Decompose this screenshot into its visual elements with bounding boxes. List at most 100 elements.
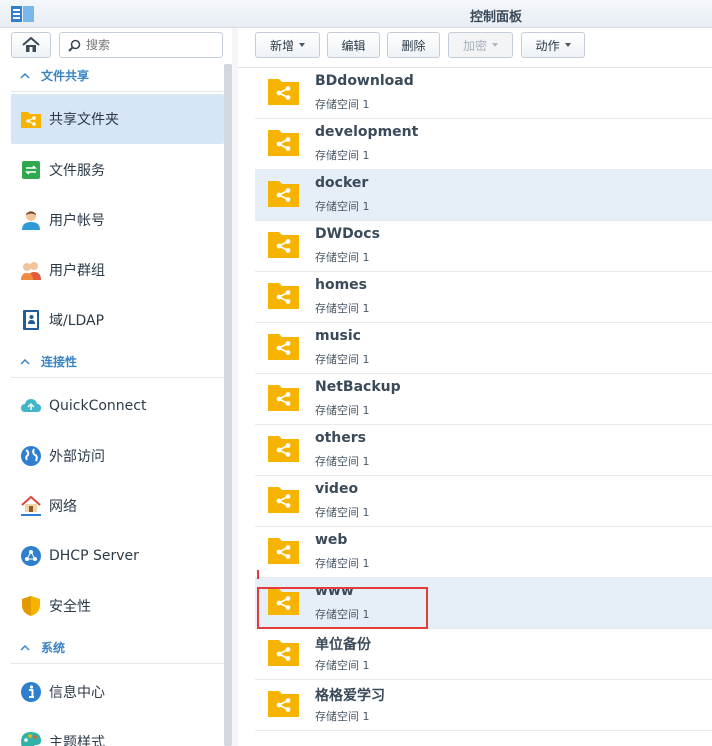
folder-name: BDdownload <box>315 73 414 89</box>
folder-row[interactable]: docker 存储空间 1 <box>255 170 712 221</box>
folder-volume: 存储空间 1 <box>315 455 370 468</box>
sidebar-item-label: 域/LDAP <box>49 313 105 329</box>
section-file-sharing[interactable]: 文件共享 <box>11 60 224 92</box>
sidebar-item-security[interactable]: 安全性 <box>11 581 224 631</box>
folder-name: 单位备份 <box>315 637 371 653</box>
palette-icon <box>21 732 41 746</box>
sidebar-item-label: 网络 <box>49 499 77 515</box>
shared-folder-icon <box>268 538 299 564</box>
folder-row[interactable]: music 存储空间 1 <box>255 323 712 374</box>
delete-button-label: 删除 <box>401 38 426 53</box>
folder-volume: 存储空间 1 <box>315 251 370 264</box>
sidebar-item-file-services[interactable]: 文件服务 <box>11 145 224 195</box>
sidebar-item-label: DHCP Server <box>49 548 139 564</box>
chevron-down-icon <box>299 43 305 47</box>
folder-volume: 存储空间 1 <box>315 149 370 162</box>
search-input[interactable] <box>86 38 206 52</box>
shared-folder-icon <box>268 487 299 513</box>
section-label: 文件共享 <box>41 69 90 83</box>
folder-row[interactable]: 单位备份存储空间 1 <box>255 629 712 680</box>
sidebar-item-label: 主题样式 <box>49 735 105 746</box>
search-icon <box>68 39 81 52</box>
folder-name: web <box>315 532 348 548</box>
folder-row[interactable]: homes 存储空间 1 <box>255 272 712 323</box>
folder-name: NetBackup <box>315 379 401 395</box>
sidebar-item-user-account[interactable]: 用户帐号 <box>11 195 224 245</box>
delete-button[interactable]: 删除 <box>387 32 440 58</box>
sidebar-scrollbar[interactable] <box>224 64 232 746</box>
folder-volume: 存储空间 1 <box>315 302 370 315</box>
sidebar-item-label: 信息中心 <box>49 685 105 701</box>
home-icon <box>22 37 40 52</box>
sidebar-item-label: 安全性 <box>49 599 91 615</box>
folder-volume: 存储空间 1 <box>315 506 370 519</box>
folder-row[interactable]: others 存储空间 1 <box>255 425 712 476</box>
sidebar-item-label: 外部访问 <box>49 449 105 465</box>
create-button-label: 新增 <box>269 38 294 53</box>
shared-folder-icon <box>21 112 41 128</box>
globe-icon <box>21 446 41 466</box>
section-system[interactable]: 系统 <box>11 632 224 664</box>
cloud-icon <box>21 399 41 412</box>
shared-folder-icon <box>268 283 299 309</box>
sidebar-item-quickconnect[interactable]: QuickConnect <box>11 381 224 431</box>
sidebar-item-info-center[interactable]: 信息中心 <box>11 667 224 717</box>
chevron-up-icon <box>20 644 30 651</box>
section-connectivity[interactable]: 连接性 <box>11 346 224 378</box>
folder-name: 格格爱学习 <box>315 688 385 704</box>
folder-volume: 存储空间 1 <box>315 200 370 213</box>
sidebar: 文件共享 共享文件夹 文件服务 用户帐号 用户群组 <box>0 28 236 746</box>
sidebar-item-label: 用户群组 <box>49 263 105 279</box>
folder-name: homes <box>315 277 368 293</box>
sidebar-item-label: 共享文件夹 <box>49 112 119 128</box>
folder-row[interactable]: DWDocs 存储空间 1 <box>255 221 712 272</box>
folder-volume: 存储空间 1 <box>315 353 370 366</box>
sidebar-item-theme[interactable]: 主题样式 <box>11 717 224 746</box>
folder-name: docker <box>315 175 369 191</box>
folder-name: music <box>315 328 361 344</box>
folder-name: video <box>315 481 359 497</box>
encrypt-button[interactable]: 加密 <box>448 32 513 58</box>
folder-row[interactable]: BDdownload 存储空间 1 <box>255 68 712 119</box>
annotation-mark <box>257 570 259 579</box>
shared-folder-icon <box>268 79 299 105</box>
folder-volume: 存储空间 1 <box>315 710 370 723</box>
edit-button[interactable]: 编辑 <box>327 32 380 58</box>
shared-folder-icon <box>268 640 299 666</box>
user-icon <box>22 211 40 230</box>
toolbar: 新增 编辑 删除 加密 动作 <box>238 28 712 68</box>
shared-folder-icon <box>268 130 299 156</box>
title-bar: 控制面板 <box>0 0 712 28</box>
sidebar-item-user-group[interactable]: 用户群组 <box>11 245 224 295</box>
sidebar-item-dhcp-server[interactable]: DHCP Server <box>11 531 224 581</box>
folder-row[interactable]: video 存储空间 1 <box>255 476 712 527</box>
chevron-down-icon <box>492 43 498 47</box>
edit-button-label: 编辑 <box>341 38 366 53</box>
sidebar-item-domain-ldap[interactable]: 域/LDAP <box>11 295 224 345</box>
network-house-icon <box>21 495 41 516</box>
action-button[interactable]: 动作 <box>521 32 585 58</box>
chevron-up-icon <box>20 72 30 79</box>
shared-folder-icon <box>268 436 299 462</box>
create-button[interactable]: 新增 <box>255 32 320 58</box>
folder-row[interactable]: development 存储空间 1 <box>255 119 712 170</box>
folder-row[interactable]: web 存储空间 1 <box>255 527 712 578</box>
dhcp-icon <box>21 546 41 566</box>
window-title: 控制面板 <box>469 10 522 25</box>
sidebar-item-external-access[interactable]: 外部访问 <box>11 431 224 481</box>
home-button[interactable] <box>11 32 51 58</box>
domain-ldap-icon <box>23 310 39 330</box>
folder-volume: 存储空间 1 <box>315 98 370 111</box>
folder-row[interactable]: NetBackup 存储空间 1 <box>255 374 712 425</box>
shared-folder-icon <box>268 334 299 360</box>
chevron-down-icon <box>564 43 571 47</box>
folder-name: development <box>315 124 419 140</box>
folder-row[interactable]: 格格爱学习存储空间 1 <box>255 680 712 731</box>
folder-volume: 存储空间 1 <box>315 659 370 672</box>
chevron-up-icon <box>20 358 30 365</box>
sidebar-item-network[interactable]: 网络 <box>11 481 224 531</box>
search-field[interactable] <box>59 32 223 58</box>
shared-folder-icon <box>268 181 299 207</box>
annotation-highlight-box <box>257 587 428 629</box>
sidebar-item-shared-folder[interactable]: 共享文件夹 <box>11 94 224 144</box>
